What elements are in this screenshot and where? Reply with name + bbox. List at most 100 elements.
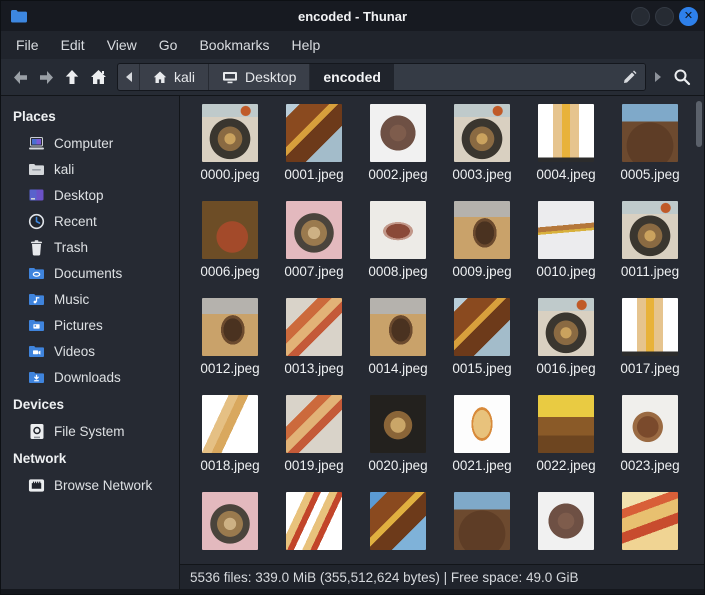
menu-go[interactable]: Go <box>148 33 189 57</box>
file-name: 0004.jpeg <box>536 167 595 182</box>
menu-help[interactable]: Help <box>281 33 332 57</box>
sidebar-item-videos[interactable]: Videos <box>1 338 179 364</box>
maximize-button[interactable] <box>655 7 674 26</box>
file-thumbnail <box>286 104 342 162</box>
file-name: 0019.jpeg <box>284 458 343 473</box>
sidebar-item-kali[interactable]: kali <box>1 156 179 182</box>
sidebar-item-label: Recent <box>54 214 97 229</box>
up-button[interactable] <box>59 64 85 90</box>
file-thumbnail <box>622 201 678 259</box>
file-item[interactable]: 0009.jpeg <box>440 197 524 294</box>
recent-clock-icon <box>28 213 45 230</box>
minimize-button[interactable] <box>631 7 650 26</box>
file-grid: 0000.jpeg 0001.jpeg 0002.jpeg0003.jpeg 0004… <box>180 96 704 564</box>
file-view[interactable]: 0000.jpeg 0001.jpeg 0002.jpeg0003.jpeg 0004… <box>180 96 704 564</box>
file-item[interactable]: 0016.jpeg <box>524 294 608 391</box>
sidebar-item-file-system[interactable]: File System <box>1 418 179 444</box>
file-thumbnail <box>370 395 426 453</box>
file-item[interactable]: 0018.jpeg <box>188 391 272 488</box>
file-thumbnail <box>622 395 678 453</box>
thunar-window: encoded - Thunar ✕ FileEditViewGoBookmar… <box>0 0 705 595</box>
file-thumbnail <box>622 104 678 162</box>
breadcrumb-desktop[interactable]: Desktop <box>209 64 310 90</box>
app-folder-icon <box>10 9 28 23</box>
file-name: 0020.jpeg <box>368 458 427 473</box>
path-entry[interactable] <box>394 64 645 90</box>
file-thumbnail <box>538 395 594 453</box>
file-item[interactable]: 0005.jpeg <box>608 100 692 197</box>
menu-view[interactable]: View <box>96 33 148 57</box>
search-button[interactable] <box>668 64 696 90</box>
sidebar-item-music[interactable]: Music <box>1 286 179 312</box>
file-item[interactable]: 0001.jpeg <box>272 100 356 197</box>
vertical-scrollbar[interactable] <box>696 101 702 147</box>
file-item[interactable]: 0020.jpeg <box>356 391 440 488</box>
file-name: 0011.jpeg <box>621 264 679 279</box>
file-thumbnail <box>202 201 258 259</box>
file-thumbnail <box>538 492 594 550</box>
file-item[interactable]: 0011.jpeg <box>608 197 692 294</box>
sidebar-header-places: Places <box>1 102 179 130</box>
file-name: 0022.jpeg <box>536 458 595 473</box>
file-item[interactable]: 0022.jpeg <box>524 391 608 488</box>
file-name: 0021.jpeg <box>452 458 511 473</box>
home-button[interactable] <box>85 64 111 90</box>
breadcrumb-encoded[interactable]: encoded <box>310 64 394 90</box>
file-thumbnail <box>286 298 342 356</box>
file-item[interactable]: 0019.jpeg <box>272 391 356 488</box>
file-item[interactable]: 0014.jpeg <box>356 294 440 391</box>
file-item[interactable] <box>608 488 692 564</box>
file-item[interactable]: 0008.jpeg <box>356 197 440 294</box>
file-item[interactable]: 0015.jpeg <box>440 294 524 391</box>
file-name: 0001.jpeg <box>284 167 343 182</box>
sidebar-item-label: File System <box>54 424 125 439</box>
file-item[interactable]: 0021.jpeg <box>440 391 524 488</box>
crumb-scroll-right-button[interactable] <box>650 64 666 90</box>
file-name: 0008.jpeg <box>368 264 427 279</box>
file-thumbnail <box>202 104 258 162</box>
menu-edit[interactable]: Edit <box>50 33 96 57</box>
sidebar-item-computer[interactable]: Computer <box>1 130 179 156</box>
toolbar: kaliDesktopencoded <box>1 59 704 96</box>
file-item[interactable] <box>524 488 608 564</box>
file-item[interactable]: 0003.jpeg <box>440 100 524 197</box>
file-item[interactable]: 0006.jpeg <box>188 197 272 294</box>
window-bottom-edge <box>1 589 704 594</box>
titlebar[interactable]: encoded - Thunar ✕ <box>1 1 704 31</box>
file-name: 0018.jpeg <box>200 458 259 473</box>
file-item[interactable] <box>440 488 524 564</box>
file-item[interactable]: 0023.jpeg <box>608 391 692 488</box>
sidebar-item-pictures[interactable]: Pictures <box>1 312 179 338</box>
file-thumbnail <box>370 298 426 356</box>
file-item[interactable]: 0012.jpeg <box>188 294 272 391</box>
file-item[interactable]: 0004.jpeg <box>524 100 608 197</box>
file-thumbnail <box>370 104 426 162</box>
file-item[interactable]: 0007.jpeg <box>272 197 356 294</box>
breadcrumb-kali[interactable]: kali <box>140 64 209 90</box>
sidebar-item-browse-network[interactable]: Browse Network <box>1 472 179 498</box>
close-button[interactable]: ✕ <box>679 7 698 26</box>
back-button[interactable] <box>7 64 33 90</box>
sidebar-item-trash[interactable]: Trash <box>1 234 179 260</box>
file-thumbnail <box>202 395 258 453</box>
file-item[interactable]: 0000.jpeg <box>188 100 272 197</box>
sidebar-item-desktop[interactable]: Desktop <box>1 182 179 208</box>
file-item[interactable] <box>272 488 356 564</box>
sidebar-item-downloads[interactable]: Downloads <box>1 364 179 390</box>
sidebar-item-documents[interactable]: Documents <box>1 260 179 286</box>
file-thumbnail <box>202 298 258 356</box>
menu-file[interactable]: File <box>5 33 50 57</box>
file-item[interactable] <box>356 488 440 564</box>
file-item[interactable]: 0002.jpeg <box>356 100 440 197</box>
file-item[interactable]: 0010.jpeg <box>524 197 608 294</box>
file-item[interactable] <box>188 488 272 564</box>
sidebar-item-recent[interactable]: Recent <box>1 208 179 234</box>
file-name: 0016.jpeg <box>536 361 595 376</box>
forward-button[interactable] <box>33 64 59 90</box>
file-item[interactable]: 0017.jpeg <box>608 294 692 391</box>
menu-bookmarks[interactable]: Bookmarks <box>188 33 280 57</box>
sidebar-item-label: Music <box>54 292 89 307</box>
file-item[interactable]: 0013.jpeg <box>272 294 356 391</box>
file-name: 0007.jpeg <box>284 264 343 279</box>
crumb-scroll-left-button[interactable] <box>118 64 140 90</box>
